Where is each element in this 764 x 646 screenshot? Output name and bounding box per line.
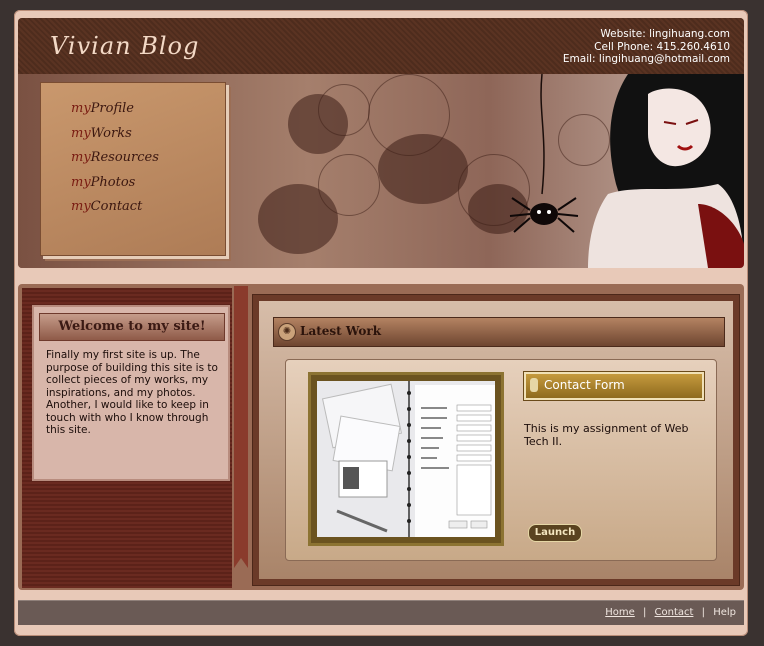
nav-item-resources[interactable]: myResources — [71, 146, 159, 171]
thumbnail-image — [317, 381, 495, 537]
work-title: Contact Form — [544, 378, 625, 392]
content-area: Welcome to my site! Finally my first sit… — [18, 284, 744, 590]
footer-link-home[interactable]: Home — [605, 607, 635, 618]
website-text: Website: lingihuang.com — [600, 28, 730, 40]
site-header: Vivian Blog Website: lingihuang.com Cell… — [18, 18, 744, 268]
work-description: This is my assignment of Web Tech II. — [524, 422, 689, 448]
footer-links: Home | Contact | Help — [605, 607, 736, 618]
nav-menu: myProfile myWorks myResources myPhotos m… — [40, 82, 226, 256]
site-logo[interactable]: Vivian Blog — [50, 32, 199, 60]
footer-link-contact[interactable]: Contact — [655, 607, 694, 618]
form-preview-graphic — [321, 381, 495, 537]
work-title-tab[interactable]: Contact Form — [524, 372, 704, 400]
bookmark-ribbon — [234, 286, 248, 568]
work-thumbnail[interactable] — [308, 372, 504, 546]
footer-link-help[interactable]: Help — [713, 607, 736, 618]
illustrated-woman — [588, 74, 744, 268]
ring-decoration — [368, 74, 450, 156]
welcome-title: Welcome to my site! — [39, 313, 225, 341]
welcome-box: Welcome to my site! Finally my first sit… — [32, 305, 230, 481]
header-bar: Vivian Blog Website: lingihuang.com Cell… — [18, 18, 744, 75]
email-text: Email: lingihuang@hotmail.com — [562, 53, 730, 65]
work-card: Contact Form This is my assignment of We… — [285, 359, 717, 561]
header-banner: myProfile myWorks myResources myPhotos m… — [18, 74, 744, 268]
ring-decoration — [318, 84, 370, 136]
welcome-text: Finally my first site is up. The purpose… — [46, 349, 218, 436]
latest-work-title: Latest Work — [300, 324, 382, 338]
sidebar: Welcome to my site! Finally my first sit… — [22, 288, 232, 588]
tab-knob-icon — [530, 378, 538, 392]
nav-item-photos[interactable]: myPhotos — [71, 171, 159, 196]
launch-button[interactable]: Launch — [528, 524, 582, 542]
footer-bar: Home | Contact | Help — [18, 600, 744, 625]
phone-text: Cell Phone: 415.260.4610 — [594, 40, 730, 53]
nav-item-profile[interactable]: myProfile — [71, 97, 159, 122]
footer-separator: | — [642, 607, 647, 618]
footer-separator: | — [701, 607, 705, 618]
contact-info: Website: lingihuang.com Cell Phone: 415.… — [563, 28, 730, 66]
latest-work-panel: ✺ Latest Work Contact Form This is my as… — [252, 294, 740, 586]
latest-work-header: ✺ Latest Work — [273, 317, 725, 347]
latest-work-inner: ✺ Latest Work Contact Form This is my as… — [259, 301, 733, 579]
nav-item-works[interactable]: myWorks — [71, 122, 159, 147]
ring-decoration — [318, 154, 380, 216]
gear-icon: ✺ — [278, 323, 296, 341]
nav-list: myProfile myWorks myResources myPhotos m… — [41, 97, 159, 220]
nav-item-contact[interactable]: myContact — [71, 195, 159, 220]
